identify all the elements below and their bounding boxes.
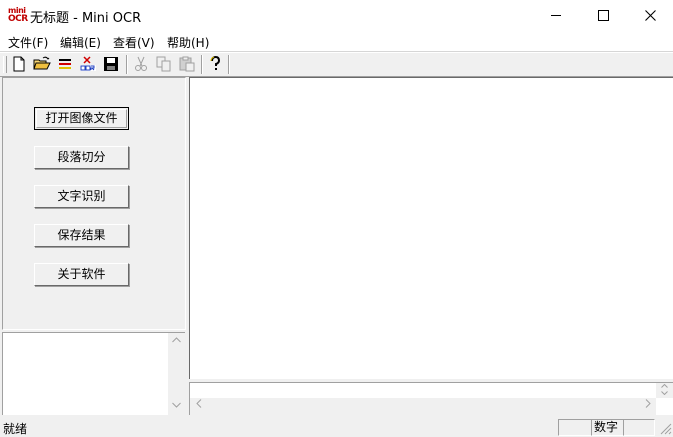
chevron-up-icon[interactable] (168, 333, 185, 350)
chevron-right-icon[interactable] (639, 398, 656, 415)
vertical-scrollbar[interactable] (656, 383, 673, 398)
toolbar-separator (126, 55, 128, 74)
menu-help[interactable]: 帮助(H) (167, 34, 209, 51)
paste-button[interactable] (178, 55, 196, 73)
save-icon (104, 57, 118, 71)
help-icon (210, 55, 221, 70)
about-software-label: 关于软件 (57, 267, 106, 281)
chevron-down-icon (661, 391, 668, 395)
minimize-button[interactable] (533, 0, 579, 31)
image-view[interactable] (189, 77, 673, 379)
menu-file[interactable]: 文件(F) (8, 34, 48, 51)
new-button[interactable] (10, 55, 28, 73)
status-text: 就绪 (3, 422, 28, 436)
open-folder-icon (33, 56, 51, 70)
resize-grip-icon[interactable] (660, 423, 672, 435)
result-list[interactable] (2, 332, 185, 415)
menu-bar: 文件(F) 编辑(E) 查看(V) 帮助(H) (0, 31, 673, 52)
segment-icon (59, 59, 71, 69)
app-logo-icon[interactable]: mini OCR (8, 6, 28, 26)
save-result-button[interactable]: 保存结果 (34, 224, 129, 247)
text-output[interactable] (189, 382, 673, 415)
open-image-label: 打开图像文件 (45, 111, 118, 125)
open-image-button[interactable]: 打开图像文件 (34, 107, 129, 130)
help-button[interactable] (206, 55, 224, 73)
toolbar-grip[interactable] (3, 56, 7, 73)
title-bar: mini OCR 无标题 - Mini OCR (0, 0, 673, 32)
window-title: 无标题 - Mini OCR (30, 11, 142, 26)
copy-icon (156, 56, 171, 72)
ocr-button[interactable] (79, 55, 97, 73)
cut-button[interactable] (132, 55, 150, 73)
chevron-left-icon[interactable] (190, 398, 207, 415)
save-button[interactable] (102, 55, 120, 73)
cut-icon (135, 56, 147, 71)
segment-button[interactable] (56, 55, 74, 73)
status-bar: 就绪 数字 (0, 417, 673, 436)
app-logo-bottom: OCR (8, 14, 28, 24)
menu-edit[interactable]: 编辑(E) (60, 34, 101, 51)
status-pane-caps (558, 419, 592, 436)
vertical-scrollbar[interactable] (168, 333, 185, 415)
toolbar-separator (228, 55, 230, 74)
recognize-text-button[interactable]: 文字识别 (34, 185, 129, 208)
maximize-icon (597, 10, 609, 21)
close-button[interactable] (627, 0, 673, 31)
close-icon (644, 10, 656, 21)
segment-paragraph-label: 段落切分 (57, 150, 106, 164)
horizontal-scrollbar[interactable] (190, 398, 656, 415)
toolbar (0, 52, 673, 77)
copy-button[interactable] (155, 55, 173, 73)
new-document-icon (13, 56, 25, 72)
chevron-down-icon[interactable] (168, 398, 185, 415)
control-panel: 打开图像文件 段落切分 文字识别 保存结果 关于软件 (2, 77, 186, 330)
save-result-label: 保存结果 (57, 228, 106, 242)
status-pane-scroll (623, 419, 655, 436)
status-pane-numlock: 数字 (591, 419, 624, 436)
menu-view[interactable]: 查看(V) (113, 34, 155, 51)
recognize-text-label: 文字识别 (57, 189, 106, 203)
segment-paragraph-button[interactable]: 段落切分 (34, 146, 129, 169)
open-button[interactable] (33, 55, 51, 73)
maximize-button[interactable] (580, 0, 626, 31)
minimize-icon (551, 15, 561, 16)
chevron-up-icon (661, 384, 668, 388)
toolbar-separator (201, 55, 203, 74)
about-software-button[interactable]: 关于软件 (34, 263, 129, 286)
paste-icon (179, 56, 195, 72)
ocr-icon (80, 56, 96, 71)
